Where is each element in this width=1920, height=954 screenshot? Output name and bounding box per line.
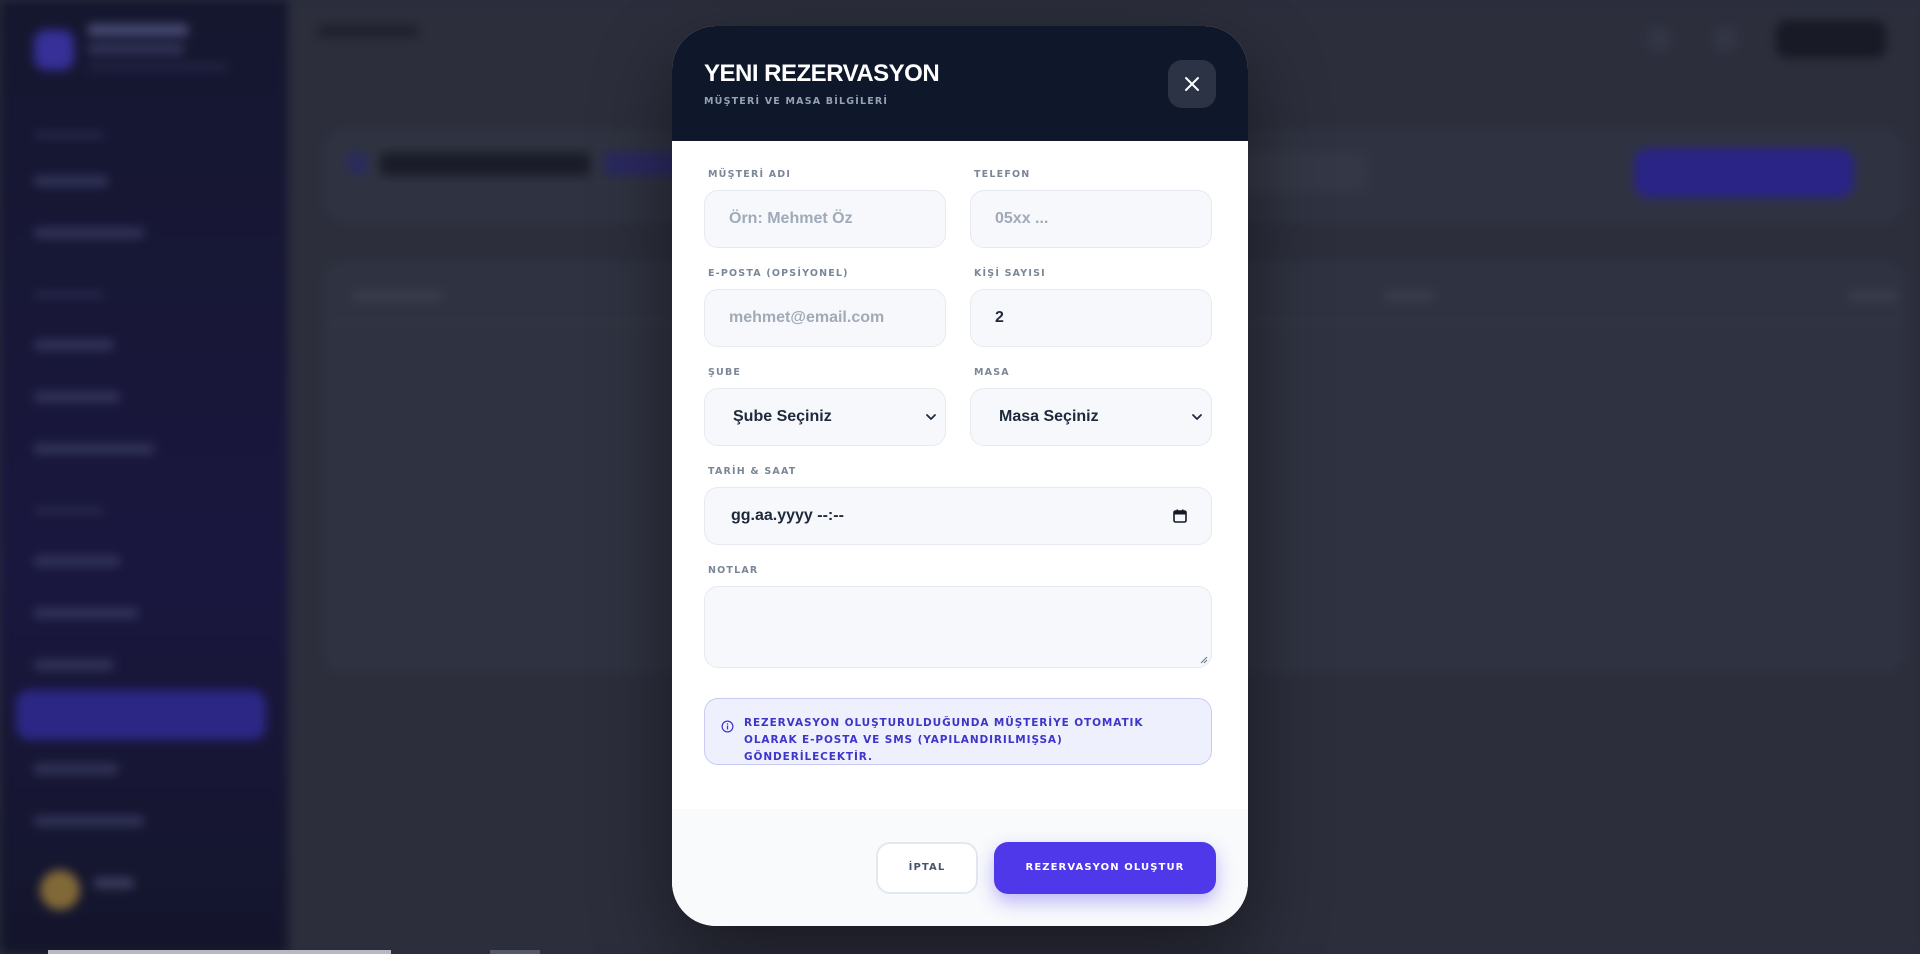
datetime-label: TARİH & SAAT [708, 466, 797, 477]
phone-input[interactable]: 05xx ... [970, 190, 1212, 248]
info-text: REZERVASYON OLUŞTURULDUĞUNDA MÜŞTERİYE O… [744, 717, 1144, 763]
modal-body: MÜŞTERİ ADI Örn: Mehmet Öz TELEFON 05xx … [672, 141, 1248, 833]
modal-subtitle: MÜŞTERİ VE MASA BİLGİLERİ [704, 96, 889, 107]
table-field: MASA Masa Seçiniz [970, 367, 1212, 446]
datetime-value: gg.aa.yyyy --:-- [731, 507, 844, 524]
branch-select[interactable]: Şube Seçiniz [704, 388, 946, 446]
guest-count-label: KİŞİ SAYISI [974, 268, 1046, 279]
info-notice: REZERVASYON OLUŞTURULDUĞUNDA MÜŞTERİYE O… [704, 698, 1212, 765]
email-label: E-POSTA (OPSİYONEL) [708, 268, 849, 279]
customer-name-field: MÜŞTERİ ADI Örn: Mehmet Öz [704, 169, 946, 248]
close-icon [1185, 77, 1199, 91]
table-select[interactable]: Masa Seçiniz [970, 388, 1212, 446]
guest-count-field: KİŞİ SAYISI 2 [970, 268, 1212, 347]
customer-name-label: MÜŞTERİ ADI [708, 169, 792, 180]
modal-header: YENI REZERVASYON MÜŞTERİ VE MASA BİLGİLE… [672, 26, 1248, 141]
email-input[interactable]: mehmet@email.com [704, 289, 946, 347]
branch-label: ŞUBE [708, 367, 742, 378]
info-icon [721, 720, 734, 733]
phone-field: TELEFON 05xx ... [970, 169, 1212, 248]
calendar-icon[interactable] [1173, 509, 1187, 523]
table-label: MASA [974, 367, 1010, 378]
customer-name-input[interactable]: Örn: Mehmet Öz [704, 190, 946, 248]
modal-title: YENI REZERVASYON [704, 60, 940, 87]
chevron-down-icon [1192, 414, 1202, 420]
email-field: E-POSTA (OPSİYONEL) mehmet@email.com [704, 268, 946, 347]
notes-field: NOTLAR [704, 565, 1212, 668]
phone-label: TELEFON [974, 169, 1031, 180]
branch-select-value: Şube Seçiniz [733, 408, 832, 425]
new-reservation-modal: YENI REZERVASYON MÜŞTERİ VE MASA BİLGİLE… [672, 26, 1248, 926]
branch-field: ŞUBE Şube Seçiniz [704, 367, 946, 446]
table-select-value: Masa Seçiniz [999, 408, 1099, 425]
notes-label: NOTLAR [708, 565, 759, 576]
guest-count-input[interactable]: 2 [970, 289, 1212, 347]
datetime-input[interactable]: gg.aa.yyyy --:-- [704, 487, 1212, 545]
modal-footer: İPTAL REZERVASYON OLUŞTUR [672, 809, 1248, 926]
close-button[interactable] [1168, 60, 1216, 108]
notes-textarea[interactable] [704, 586, 1212, 668]
horizontal-scrollbar[interactable] [48, 950, 391, 954]
cancel-button[interactable]: İPTAL [876, 841, 978, 894]
create-reservation-button[interactable]: REZERVASYON OLUŞTUR [994, 841, 1216, 894]
horizontal-scrollbar-track [490, 950, 540, 954]
datetime-field: TARİH & SAAT gg.aa.yyyy --:-- [704, 466, 1212, 545]
resize-handle-icon[interactable] [1200, 656, 1208, 664]
chevron-down-icon [926, 414, 936, 420]
